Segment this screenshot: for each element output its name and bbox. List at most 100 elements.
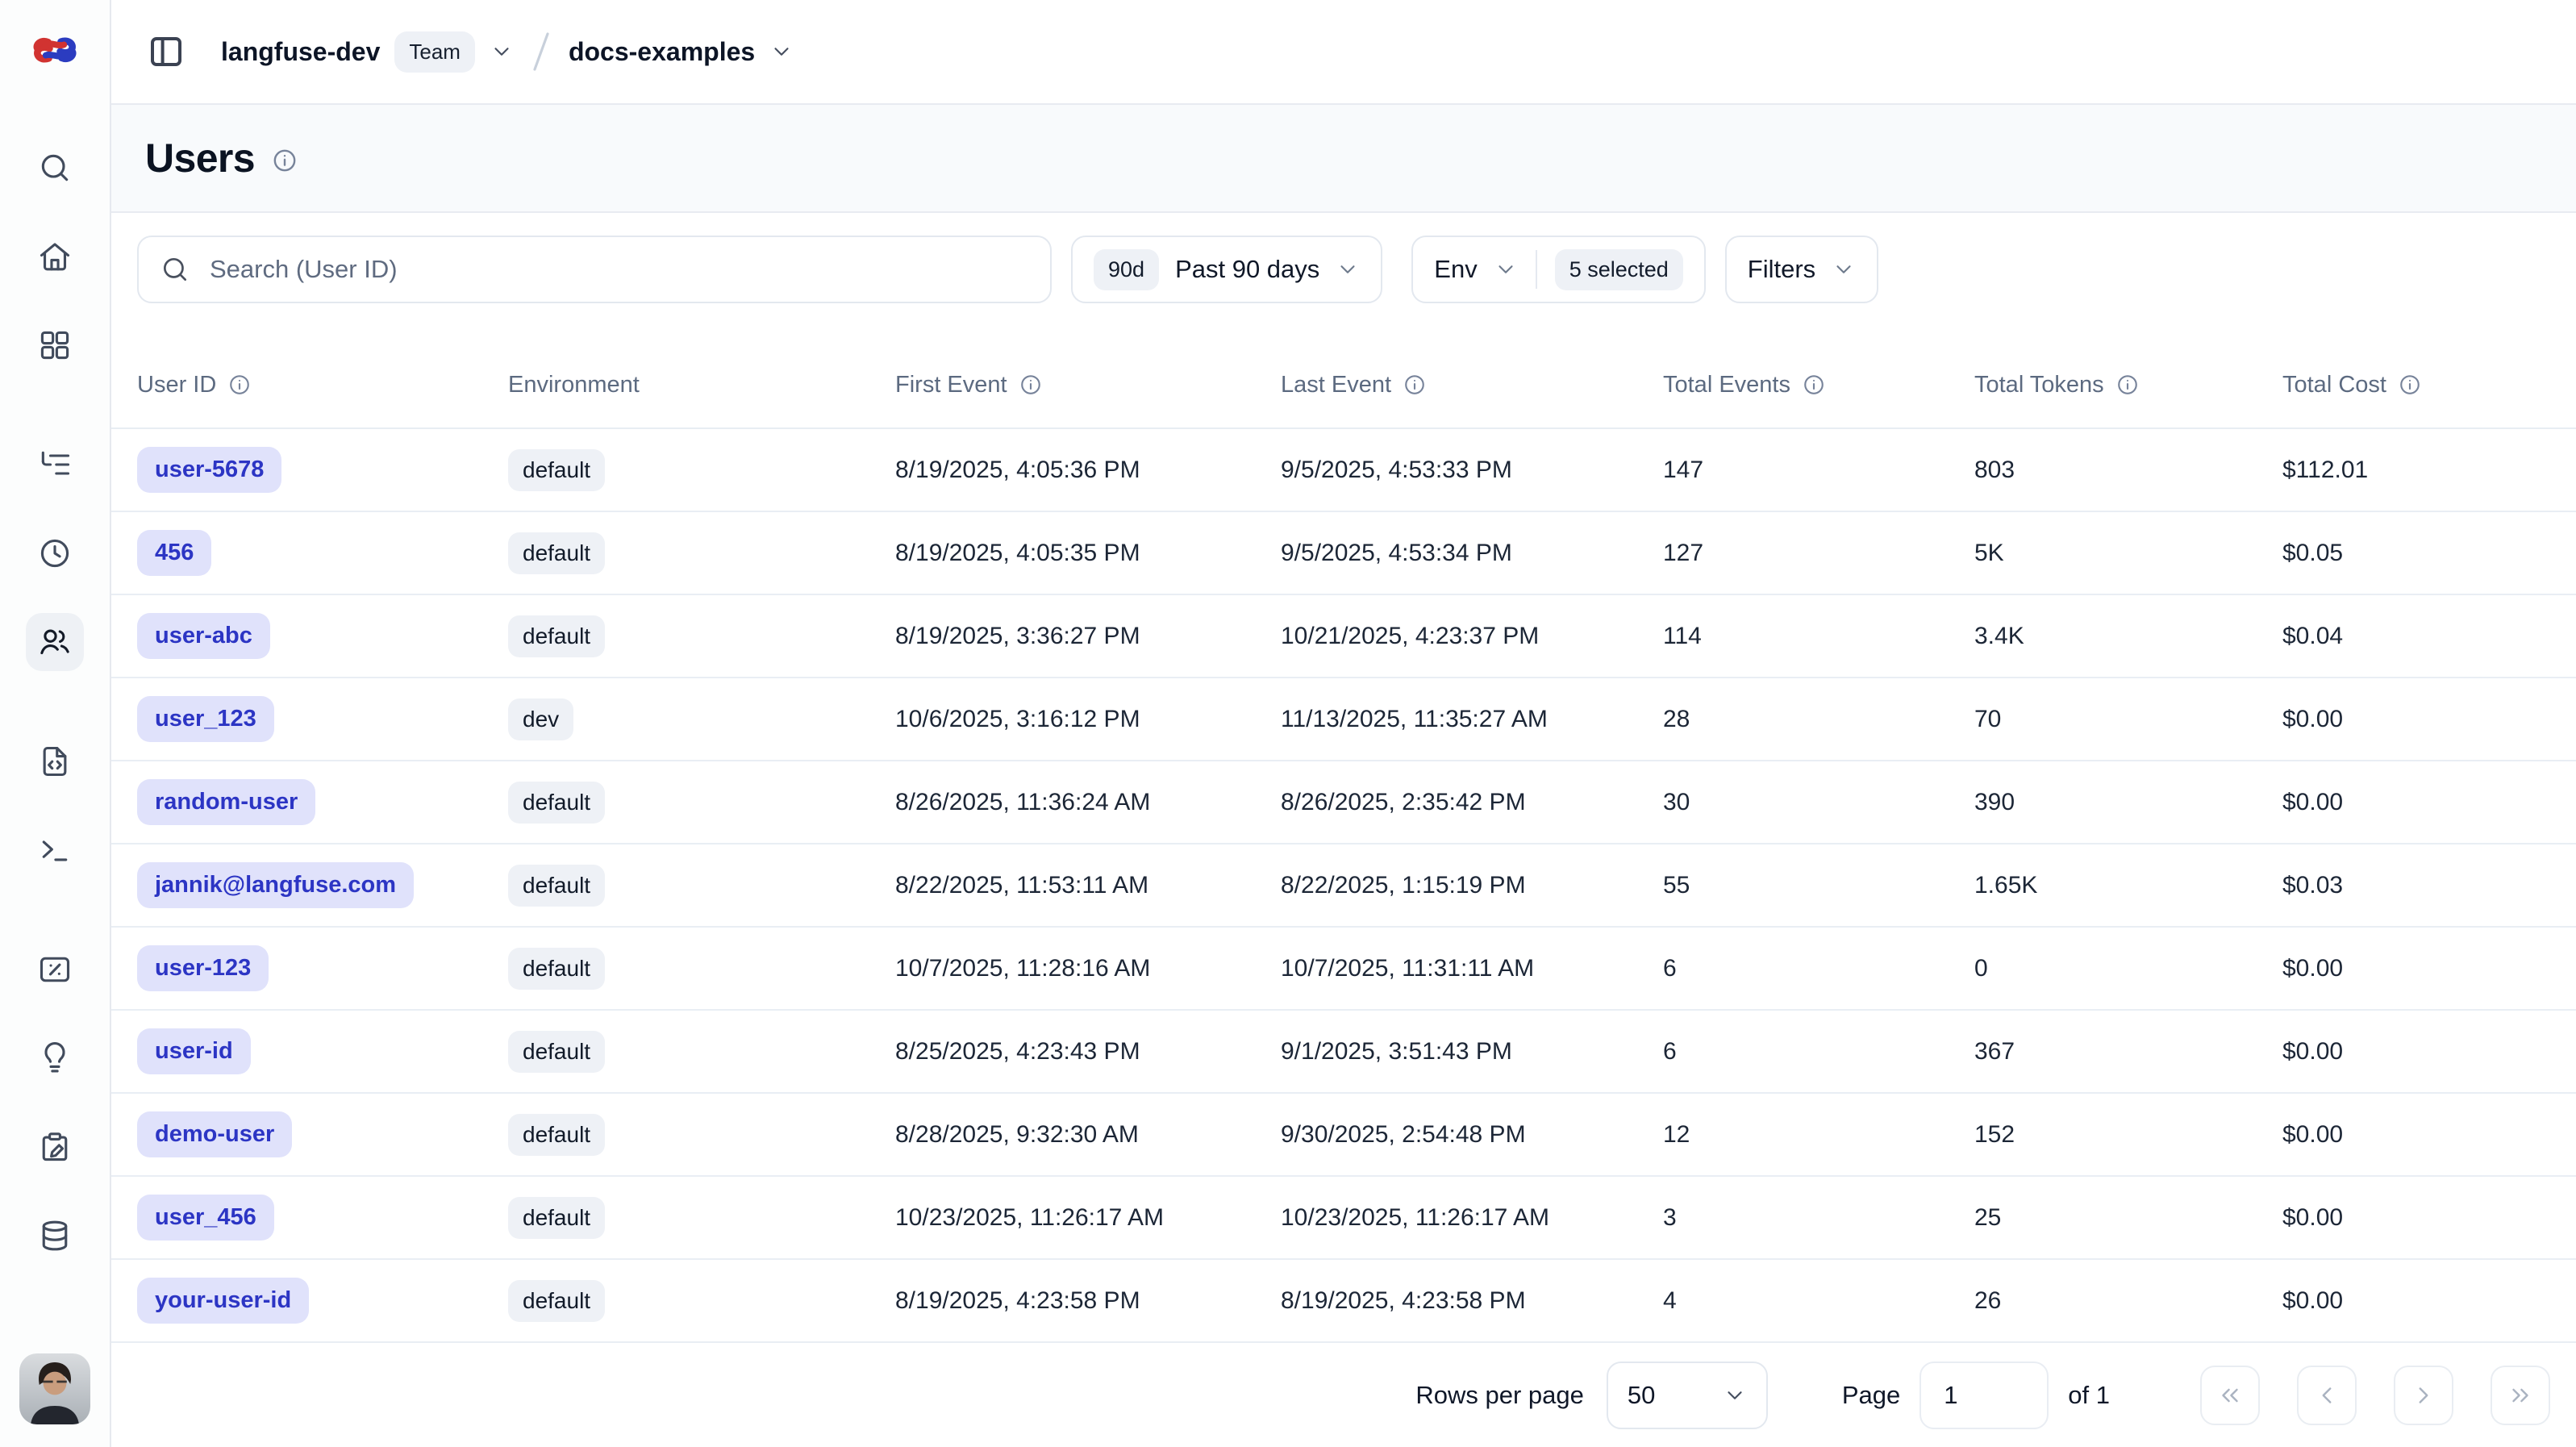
topbar: langfuse-dev Team docs-examples: [111, 0, 2576, 105]
last-event-cell: 9/30/2025, 2:54:48 PM: [1281, 1121, 1663, 1149]
total-cost-cell: $0.00: [2282, 1121, 2576, 1149]
user-id-badge[interactable]: user-123: [137, 945, 269, 991]
table-row: user_456default10/23/2025, 11:26:17 AM10…: [111, 1177, 2576, 1260]
prompts-file-code-icon: [37, 744, 73, 779]
environment-badge: default: [508, 532, 605, 574]
total-tokens-cell: 3.4K: [1974, 623, 2282, 650]
environment-badge: default: [508, 1280, 605, 1322]
column-header-first-event[interactable]: First Event: [895, 372, 1281, 398]
column-header-total-events[interactable]: Total Events: [1663, 372, 1974, 398]
total-tokens-cell: 803: [1974, 457, 2282, 484]
sidebar-item-prompts[interactable]: [26, 732, 84, 790]
total-cost-cell: $0.05: [2282, 540, 2576, 567]
sidebar-item-dashboards[interactable]: [26, 316, 84, 374]
page-label: Page: [1842, 1381, 1900, 1410]
user-id-badge[interactable]: user_123: [137, 696, 274, 742]
total-events-cell: 30: [1663, 789, 1974, 816]
next-page-button[interactable]: [2394, 1366, 2453, 1425]
first-event-cell: 8/25/2025, 4:23:43 PM: [895, 1038, 1281, 1065]
last-page-button[interactable]: [2491, 1366, 2550, 1425]
project-name: docs-examples: [569, 37, 755, 67]
pagination: Rows per page 50 Page of 1: [111, 1343, 2576, 1447]
user-id-badge[interactable]: user_456: [137, 1195, 274, 1241]
first-page-button[interactable]: [2200, 1366, 2260, 1425]
user-id-badge[interactable]: jannik@langfuse.com: [137, 862, 414, 908]
last-event-cell: 10/21/2025, 4:23:37 PM: [1281, 623, 1663, 650]
sidebar-item-playground[interactable]: [26, 821, 84, 879]
env-filter-button[interactable]: Env 5 selected: [1411, 236, 1706, 303]
user-id-badge[interactable]: user-abc: [137, 613, 270, 659]
total-tokens-cell: 152: [1974, 1121, 2282, 1149]
user-id-badge[interactable]: your-user-id: [137, 1278, 309, 1324]
rows-per-page-select[interactable]: 50: [1607, 1362, 1768, 1429]
sidebar-nav: [26, 139, 84, 1326]
dashboards-grid-icon: [37, 327, 73, 363]
sidebar-group: [26, 139, 84, 374]
project-switcher[interactable]: docs-examples: [569, 37, 794, 67]
user-id-badge[interactable]: random-user: [137, 779, 315, 825]
sidebar-item-sessions[interactable]: [26, 524, 84, 582]
sidebar-item-insights[interactable]: [26, 1029, 84, 1087]
user-avatar[interactable]: [19, 1353, 90, 1424]
search-input[interactable]: [206, 253, 1029, 286]
last-event-cell: 8/19/2025, 4:23:58 PM: [1281, 1287, 1663, 1315]
sidebar-toggle-button[interactable]: [137, 23, 195, 81]
filters-button[interactable]: Filters: [1725, 236, 1878, 303]
info-icon: [1403, 373, 1427, 397]
last-event-cell: 11/13/2025, 11:35:27 AM: [1281, 706, 1663, 733]
column-header-last-event[interactable]: Last Event: [1281, 372, 1663, 398]
total-tokens-cell: 26: [1974, 1287, 2282, 1315]
user-id-badge[interactable]: 456: [137, 530, 211, 576]
sidebar: [0, 0, 111, 1447]
sidebar-item-home[interactable]: [26, 227, 84, 286]
first-event-cell: 8/22/2025, 11:53:11 AM: [895, 872, 1281, 899]
sidebar-item-tracing[interactable]: [26, 436, 84, 494]
total-events-cell: 147: [1663, 457, 1974, 484]
sidebar-item-datasets[interactable]: [26, 1207, 84, 1265]
sidebar-item-users[interactable]: [26, 613, 84, 671]
sidebar-item-evaluation[interactable]: [26, 940, 84, 999]
date-range-button[interactable]: 90d Past 90 days: [1071, 236, 1382, 303]
rows-per-page-value: 50: [1628, 1381, 1655, 1410]
table-row: user-5678default8/19/2025, 4:05:36 PM9/5…: [111, 429, 2576, 512]
chevron-down-icon: [490, 40, 514, 64]
sidebar-group: [26, 940, 84, 1265]
last-event-cell: 10/7/2025, 11:31:11 AM: [1281, 955, 1663, 982]
total-cost-cell: $112.01: [2282, 457, 2576, 484]
total-events-cell: 4: [1663, 1287, 1974, 1315]
column-label: Total Tokens: [1974, 372, 2104, 398]
home-icon: [37, 239, 73, 274]
total-events-cell: 55: [1663, 872, 1974, 899]
last-event-cell: 9/1/2025, 3:51:43 PM: [1281, 1038, 1663, 1065]
info-icon: [271, 142, 298, 174]
total-tokens-cell: 5K: [1974, 540, 2282, 567]
user-id-badge[interactable]: user-5678: [137, 447, 281, 493]
page-header: Users: [111, 105, 2576, 213]
first-event-cell: 10/23/2025, 11:26:17 AM: [895, 1204, 1281, 1232]
table-row: 456default8/19/2025, 4:05:35 PM9/5/2025,…: [111, 512, 2576, 595]
filters-label: Filters: [1748, 255, 1815, 284]
total-cost-cell: $0.00: [2282, 706, 2576, 733]
playground-terminal-icon: [37, 832, 73, 868]
sidebar-group: [26, 732, 84, 879]
first-event-cell: 8/26/2025, 11:36:24 AM: [895, 789, 1281, 816]
column-header-total-tokens[interactable]: Total Tokens: [1974, 372, 2282, 398]
last-event-cell: 10/23/2025, 11:26:17 AM: [1281, 1204, 1663, 1232]
column-header-environment[interactable]: Environment: [508, 372, 895, 398]
column-header-user-id[interactable]: User ID: [137, 372, 508, 398]
sidebar-item-annotation[interactable]: [26, 1118, 84, 1176]
total-tokens-cell: 70: [1974, 706, 2282, 733]
first-event-cell: 8/19/2025, 4:05:36 PM: [895, 457, 1281, 484]
org-switcher[interactable]: langfuse-dev Team: [221, 31, 514, 73]
previous-page-button[interactable]: [2297, 1366, 2357, 1425]
page-number-input[interactable]: [1919, 1362, 2049, 1429]
column-header-total-cost[interactable]: Total Cost: [2282, 372, 2576, 398]
breadcrumb: langfuse-dev Team docs-examples: [221, 29, 794, 74]
table-row: user-abcdefault8/19/2025, 3:36:27 PM10/2…: [111, 595, 2576, 678]
lightbulb-icon: [37, 1040, 73, 1076]
chevrons-left-icon: [2216, 1382, 2244, 1409]
table-row: user-123default10/7/2025, 11:28:16 AM10/…: [111, 928, 2576, 1011]
user-id-badge[interactable]: user-id: [137, 1028, 251, 1074]
sidebar-item-search[interactable]: [26, 139, 84, 197]
user-id-badge[interactable]: demo-user: [137, 1111, 292, 1157]
